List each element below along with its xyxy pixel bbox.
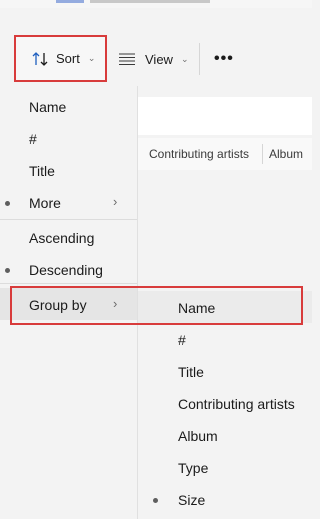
selected-dot-icon	[153, 498, 158, 503]
column-headers: Contributing artists Album	[138, 138, 312, 170]
menu-item-label: Descending	[29, 262, 103, 278]
sort-menu: Name # Title More › Ascending Descending…	[0, 86, 138, 519]
sort-menu-item-group-by[interactable]: Group by ›	[0, 288, 137, 320]
menu-item-label: Album	[178, 428, 218, 444]
toolbar-separator	[199, 43, 200, 75]
menu-item-label: #	[29, 131, 37, 147]
column-header-album[interactable]: Album	[269, 147, 303, 161]
window-top-strip	[0, 0, 312, 8]
view-label: View	[145, 51, 173, 67]
chevron-right-icon: ›	[113, 194, 118, 209]
menu-separator	[0, 219, 137, 220]
menu-item-label: Size	[178, 492, 206, 508]
group-by-item-contributing-artists[interactable]: Contributing artists	[138, 387, 312, 419]
menu-item-label: Type	[178, 460, 209, 476]
menu-separator	[0, 283, 137, 284]
menu-item-label: Title	[29, 163, 55, 179]
menu-item-label: Group by	[29, 297, 87, 313]
view-button[interactable]: View ⌄	[118, 49, 189, 69]
chevron-down-icon: ⌄	[180, 53, 189, 64]
sort-menu-item-hash[interactable]: #	[0, 122, 137, 154]
column-header-contributing-artists[interactable]: Contributing artists	[149, 147, 249, 161]
menu-item-label: Ascending	[29, 230, 95, 246]
sort-menu-item-ascending[interactable]: Ascending	[0, 221, 137, 253]
sort-button[interactable]: Sort ⌄	[14, 35, 107, 82]
menu-item-label: #	[178, 332, 186, 348]
more-options-button[interactable]: •••	[214, 50, 234, 68]
group-by-submenu: Name # Title Contributing artists Album …	[138, 290, 312, 519]
menu-item-label: Contributing artists	[178, 396, 295, 412]
selected-dot-icon	[5, 201, 10, 206]
sort-menu-item-title[interactable]: Title	[0, 154, 137, 186]
sort-menu-item-name[interactable]: Name	[0, 90, 137, 122]
group-by-item-name[interactable]: Name	[138, 291, 312, 323]
group-by-item-title[interactable]: Title	[138, 355, 312, 387]
sort-label: Sort	[56, 51, 80, 66]
column-divider	[262, 144, 263, 164]
cut-off-text	[90, 0, 210, 3]
group-by-item-type[interactable]: Type	[138, 451, 312, 483]
view-list-icon	[119, 53, 135, 66]
sort-menu-item-more[interactable]: More ›	[0, 186, 137, 218]
group-by-item-album[interactable]: Album	[138, 419, 312, 451]
menu-item-label: Name	[29, 99, 67, 115]
group-by-item-size[interactable]: Size	[138, 483, 312, 515]
cut-off-link	[56, 0, 84, 3]
sort-arrows-icon	[32, 51, 48, 66]
chevron-down-icon: ⌄	[87, 53, 96, 63]
selected-dot-icon	[5, 268, 10, 273]
menu-item-label: Name	[178, 300, 216, 316]
menu-item-label: Title	[178, 364, 204, 380]
sort-menu-item-descending[interactable]: Descending	[0, 253, 137, 285]
chevron-right-icon: ›	[113, 296, 118, 311]
file-list-area	[138, 97, 312, 135]
menu-item-label: More	[29, 195, 61, 211]
group-by-item-hash[interactable]: #	[138, 323, 312, 355]
